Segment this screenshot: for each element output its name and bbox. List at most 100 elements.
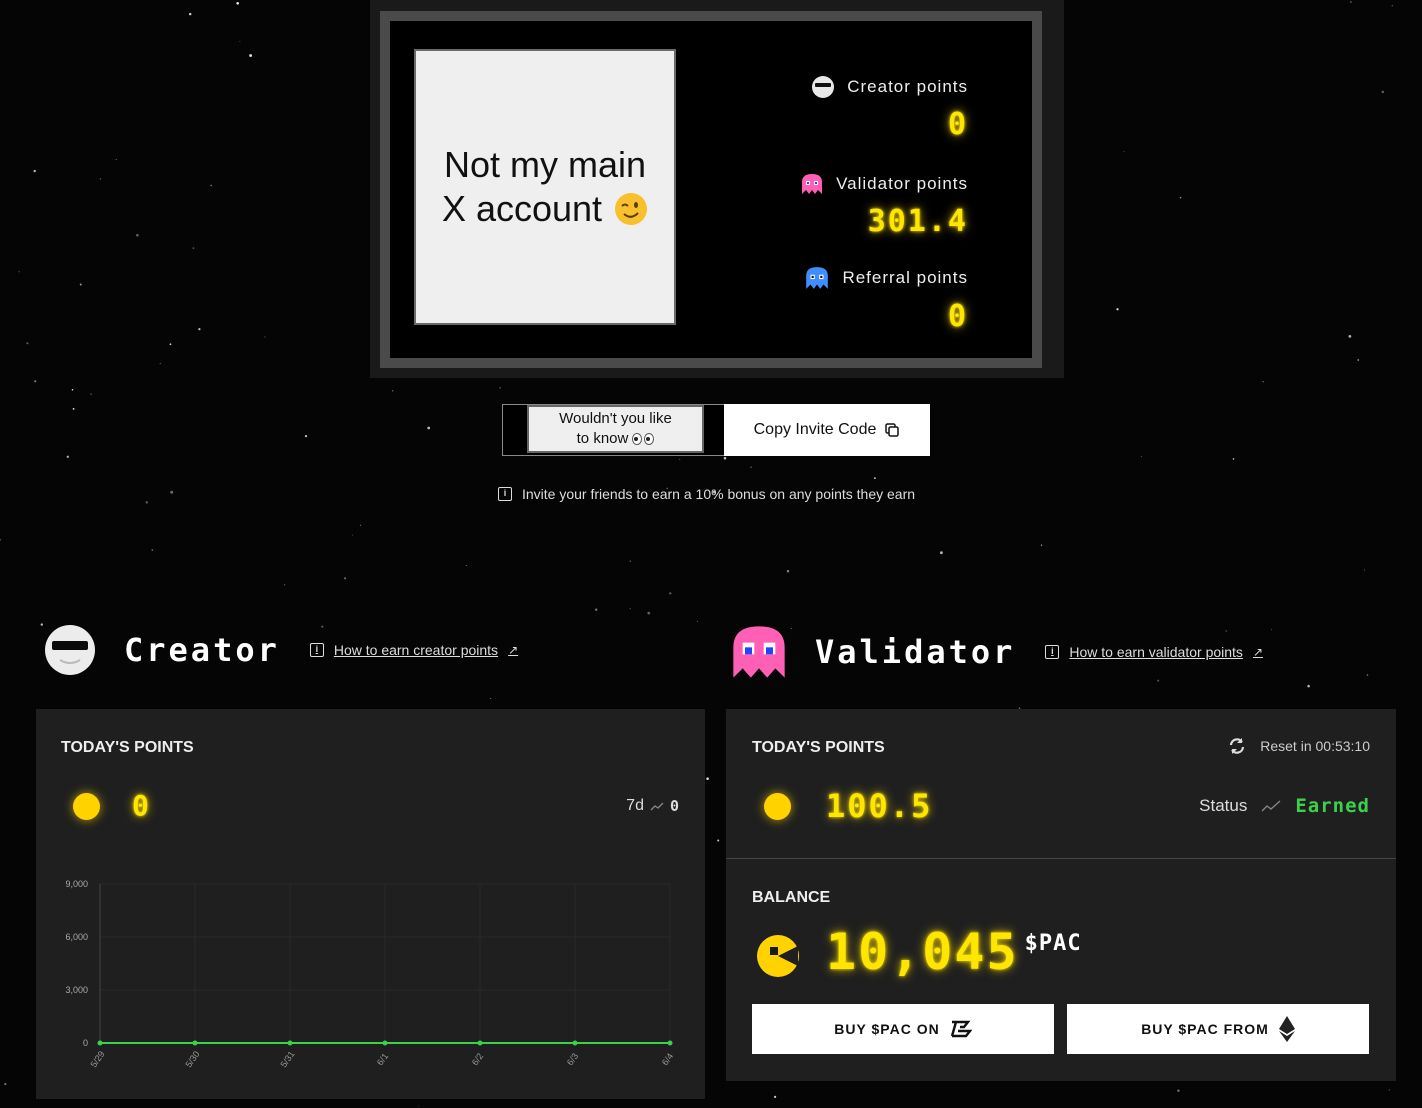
exchange-logo-icon bbox=[950, 1020, 972, 1038]
creator-sunglasses-icon bbox=[812, 76, 835, 98]
star bbox=[669, 592, 672, 595]
referral-points-stat: Referral points 0 bbox=[804, 265, 968, 334]
validator-panel: TODAY'S POINTS Reset in 00:53:10 100.5 S… bbox=[726, 709, 1396, 1081]
creator-points-chart: 0 3,000 6,000 9,000 5/29 5/30 5/31 6/1 6/2 6/3 6/4 bbox=[65, 879, 675, 1069]
validator-points-stat: Validator points 301.4 bbox=[800, 172, 968, 239]
x-tick-label: 5/30 bbox=[183, 1049, 201, 1069]
star bbox=[188, 12, 192, 16]
star bbox=[1366, 674, 1369, 676]
avatar-text-line1: Not my main bbox=[443, 144, 647, 185]
star bbox=[34, 380, 37, 383]
eyes-icon bbox=[632, 433, 655, 445]
validator-section-header: Validator i How to earn validator points… bbox=[731, 624, 1263, 680]
data-point bbox=[287, 1040, 293, 1046]
y-tick-label: 6,000 bbox=[65, 932, 88, 942]
star bbox=[1350, 1, 1352, 3]
star bbox=[706, 777, 709, 780]
status-value: Earned bbox=[1295, 795, 1370, 817]
how-to-earn-creator-label: How to earn creator points bbox=[333, 642, 499, 658]
x-tick-label: 5/29 bbox=[88, 1049, 106, 1069]
star bbox=[304, 434, 308, 438]
buy-pac-from-label: BUY $PAC FROM bbox=[1141, 1021, 1269, 1037]
star bbox=[499, 387, 501, 389]
y-tick-label: 3,000 bbox=[65, 985, 88, 995]
star bbox=[344, 577, 347, 580]
star bbox=[717, 839, 720, 842]
x-tick-label: 5/31 bbox=[278, 1049, 296, 1069]
balance-value: 10,045 bbox=[826, 923, 1019, 981]
star bbox=[1116, 308, 1119, 311]
star bbox=[4, 1083, 7, 1086]
info-icon: i bbox=[309, 643, 324, 657]
avatar: Not my main X account bbox=[414, 49, 676, 325]
avatar-text-line2: X account bbox=[441, 188, 603, 229]
star bbox=[1123, 150, 1125, 152]
creator-panel: TODAY'S POINTS 0 7d 0 0 3,000 6,000 9,000 5/… bbox=[36, 709, 705, 1099]
star bbox=[151, 549, 154, 551]
star bbox=[595, 608, 598, 611]
star bbox=[99, 178, 101, 180]
refresh-icon bbox=[1230, 738, 1245, 754]
coin-icon bbox=[764, 793, 791, 820]
reset-timer-label: Reset in 00:53:10 bbox=[1260, 738, 1370, 754]
buy-pac-on-button[interactable]: BUY $PAC ON bbox=[752, 1004, 1054, 1054]
star bbox=[249, 54, 253, 57]
star bbox=[696, 620, 698, 622]
buy-pac-from-button[interactable]: BUY $PAC FROM bbox=[1067, 1004, 1369, 1054]
star bbox=[1177, 1089, 1180, 1093]
balance-unit: $PAC bbox=[1024, 931, 1082, 956]
invite-note-text: Invite your friends to earn a 10% bonus … bbox=[522, 486, 916, 502]
pink-ghost-icon bbox=[802, 174, 823, 194]
validator-points-label: Validator points bbox=[836, 174, 968, 193]
invite-code-line2: to know bbox=[576, 430, 629, 447]
star bbox=[352, 534, 354, 536]
validator-section-title: Validator bbox=[815, 633, 1016, 671]
data-point bbox=[477, 1040, 483, 1046]
creator-points-label: Creator points bbox=[847, 77, 968, 96]
star bbox=[198, 327, 201, 331]
y-tick-label: 0 bbox=[83, 1038, 88, 1048]
star bbox=[115, 158, 117, 160]
winking-face-icon bbox=[615, 193, 648, 225]
validator-status: Status Earned bbox=[1199, 795, 1370, 817]
how-to-earn-validator-link[interactable]: i How to earn validator points ↗ bbox=[1045, 644, 1263, 660]
invite-code-bar: Wouldn't you like to know Copy Invite Co… bbox=[502, 404, 930, 456]
star bbox=[79, 283, 82, 286]
x-tick-label: 6/1 bbox=[375, 1051, 390, 1067]
info-icon: i bbox=[1045, 645, 1060, 659]
reset-timer: Reset in 00:53:10 bbox=[1228, 737, 1370, 755]
star bbox=[679, 458, 681, 460]
star bbox=[723, 456, 727, 460]
star bbox=[236, 1, 240, 5]
star bbox=[72, 407, 75, 410]
star bbox=[873, 477, 876, 480]
creator-sunglasses-icon bbox=[45, 625, 95, 675]
star bbox=[629, 608, 631, 610]
star bbox=[647, 611, 651, 615]
star bbox=[1391, 5, 1393, 7]
star bbox=[192, 247, 195, 250]
star bbox=[1357, 359, 1360, 361]
copy-invite-code-button[interactable]: Copy Invite Code bbox=[724, 404, 930, 456]
balance-amount: 10,045 $PAC bbox=[826, 923, 1082, 981]
how-to-earn-creator-link[interactable]: i How to earn creator points ↗ bbox=[309, 642, 518, 658]
star bbox=[66, 455, 69, 458]
star bbox=[786, 569, 790, 573]
star bbox=[360, 524, 361, 526]
star bbox=[136, 233, 139, 237]
star bbox=[90, 393, 92, 395]
star bbox=[169, 343, 172, 346]
star bbox=[1232, 458, 1235, 460]
info-icon: i bbox=[498, 487, 512, 501]
panel-divider bbox=[726, 858, 1396, 859]
referral-points-value: 0 bbox=[947, 299, 968, 334]
y-tick-label: 9,000 bbox=[65, 879, 88, 889]
star bbox=[26, 342, 29, 345]
star bbox=[465, 565, 467, 566]
star bbox=[1179, 196, 1182, 199]
star bbox=[427, 426, 431, 430]
star bbox=[40, 623, 43, 626]
balance-label: BALANCE bbox=[752, 889, 831, 906]
star bbox=[1348, 335, 1352, 338]
profile-card: Not my main X account Creator points 0 V… bbox=[380, 11, 1042, 368]
